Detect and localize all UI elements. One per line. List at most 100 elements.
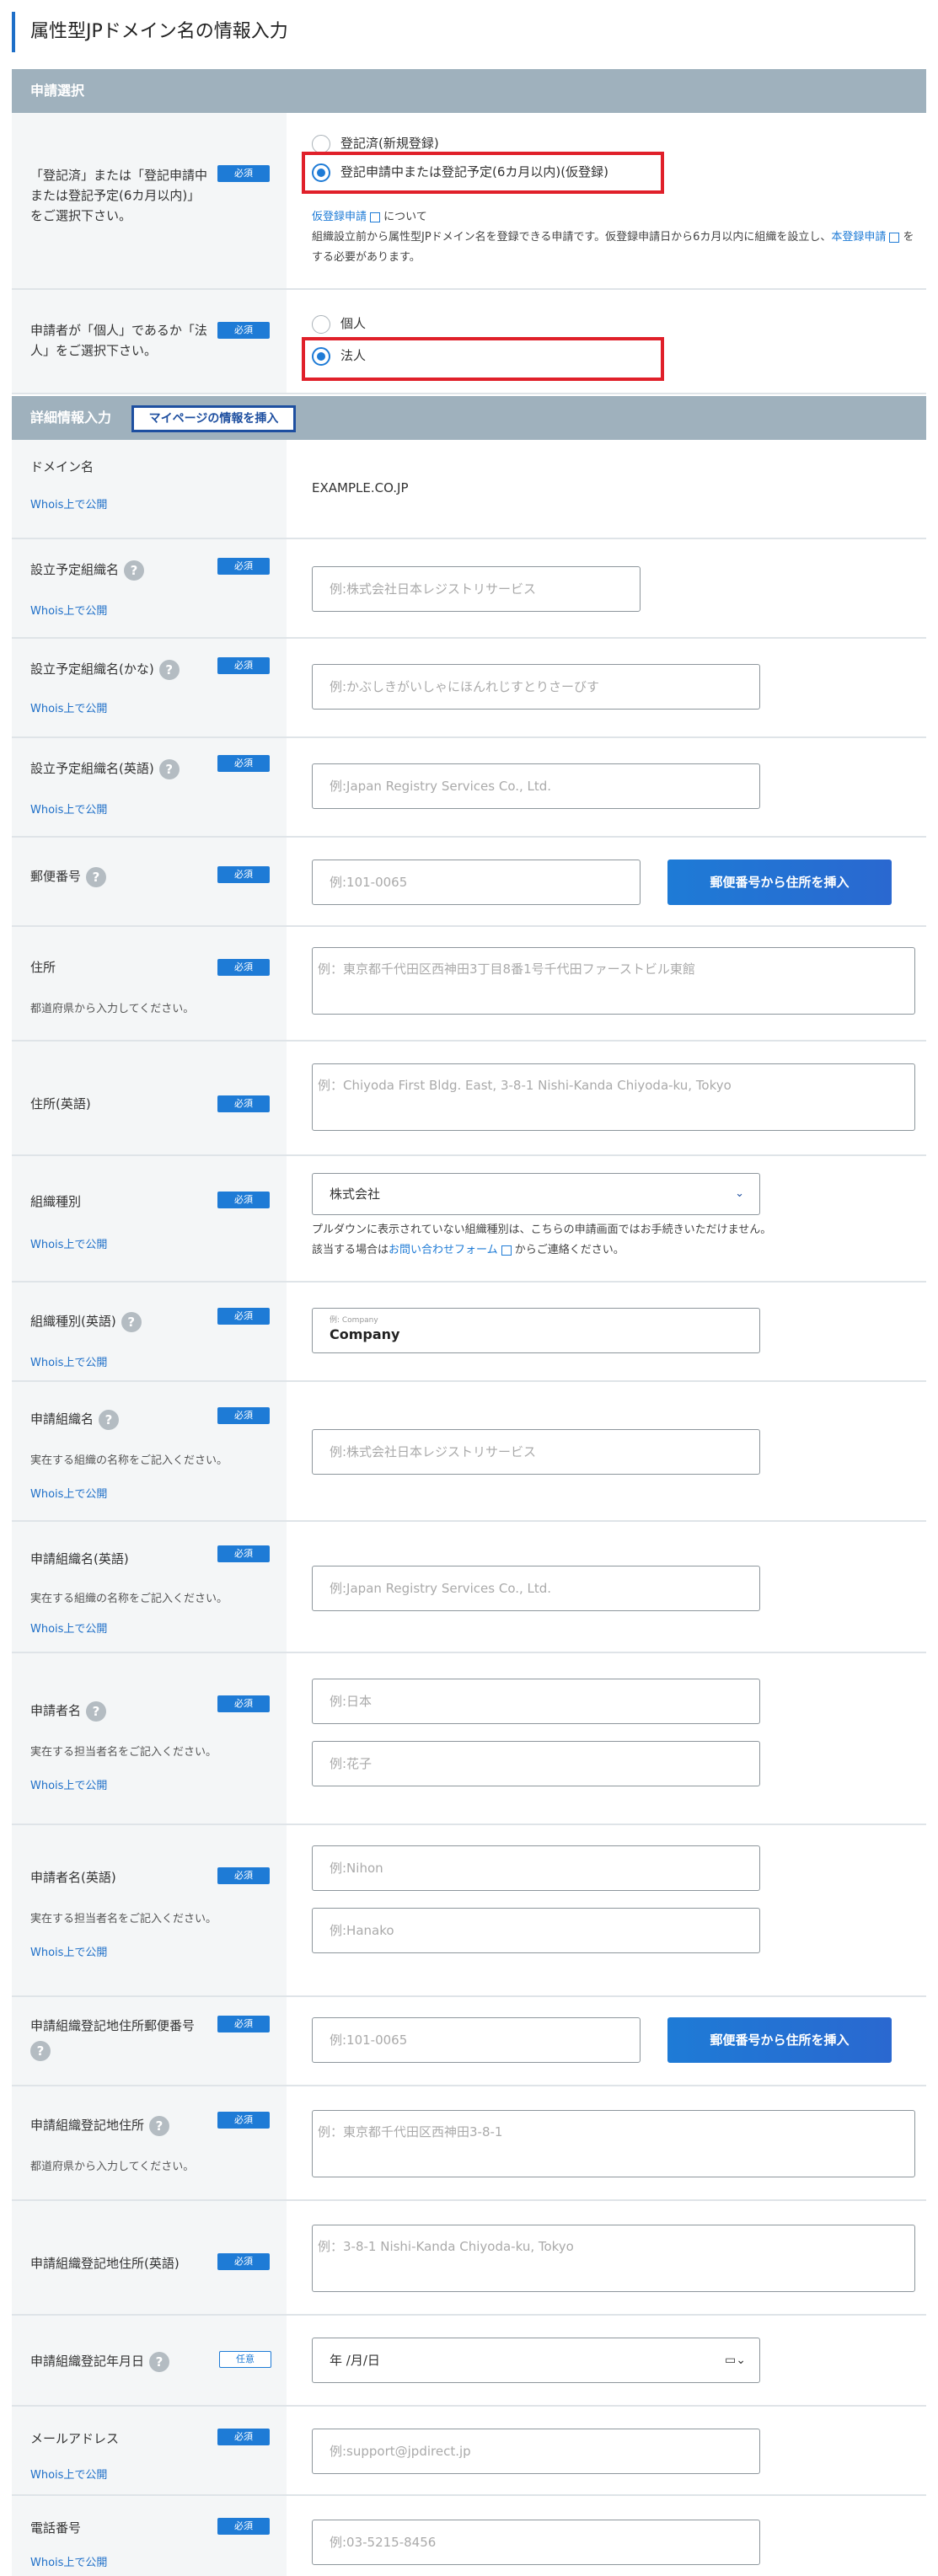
help-icon[interactable]: ? — [86, 1700, 107, 1722]
org-name-en-input[interactable]: 例:Japan Registry Services Co., Ltd. — [312, 763, 760, 809]
reg-zip-to-address-button[interactable]: 郵便番号から住所を挿入 — [667, 2017, 892, 2063]
applicant-name-label: 申請者名? — [30, 1700, 107, 1722]
section-header-apply-select: 申請選択 — [12, 69, 926, 113]
whois-note: Whois上で公開 — [30, 804, 108, 817]
whois-note: Whois上で公開 — [30, 1357, 108, 1369]
calendar-icon[interactable]: ▭⌄ — [725, 2338, 746, 2382]
address-label: 住所 — [30, 960, 56, 975]
row-reg-zip: 申請組織登記地住所郵便番号? 必須 例:101-0065 郵便番号から住所を挿入 — [12, 1997, 926, 2086]
row-org-name-en: 設立予定組織名(英語)? 必須 Whois上で公開 例:Japan Regist… — [12, 738, 926, 838]
required-badge: 必須 — [217, 1695, 270, 1712]
reg-date-input[interactable]: 年 /月/日 ▭⌄ — [312, 2338, 760, 2383]
domain-label: ドメイン名 — [30, 459, 94, 474]
help-icon[interactable]: ? — [149, 2351, 170, 2372]
applicant-org-en-input[interactable]: 例:Japan Registry Services Co., Ltd. — [312, 1566, 760, 1611]
page-title: 属性型JPドメイン名の情報入力 — [12, 12, 288, 52]
required-badge: 必須 — [217, 2518, 270, 2535]
org-name-input[interactable]: 例:株式会社日本レジストリサービス — [312, 566, 641, 612]
applicant-last-name-en-input[interactable]: 例:Nihon — [312, 1845, 760, 1891]
address-en-label: 住所(英語) — [30, 1096, 91, 1111]
provisional-link[interactable]: 仮登録申請 — [312, 211, 367, 223]
row-email: メールアドレス 必須 Whois上で公開 例:support@jpdirect.… — [12, 2407, 926, 2496]
contact-form-link[interactable]: お問い合わせフォーム — [389, 1244, 498, 1256]
required-badge: 必須 — [217, 558, 270, 575]
required-badge: 必須 — [217, 1095, 270, 1112]
radio-provisional-label[interactable]: 登記申請中または登記予定(6カ月以内)(仮登録) — [340, 163, 608, 180]
reg-date-label: 申請組織登記年月日? — [30, 2351, 170, 2372]
radio-individual[interactable] — [312, 315, 330, 334]
address-hint: 都道府県から入力してください。 — [30, 1003, 195, 1015]
required-badge: 必須 — [217, 1545, 270, 1562]
row-apply-type: 「登記済」または「登記申請中または登記予定(6カ月以内)」をご選択下さい。 必須… — [12, 113, 926, 290]
applicant-first-name-en-input[interactable]: 例:Hanako — [312, 1908, 760, 1953]
radio-registered[interactable] — [312, 135, 330, 153]
radio-provisional[interactable] — [312, 163, 330, 182]
phone-label: 電話番号 — [30, 2520, 82, 2536]
row-applicant-org: 申請組織名? 必須 実在する組織の名称をご記入ください。 Whois上で公開 例… — [12, 1382, 926, 1522]
row-org-name-kana: 設立予定組織名(かな)? 必須 Whois上で公開 例:かぶしきがいしゃにほんれ… — [12, 639, 926, 738]
radio-corporation-label[interactable]: 法人 — [340, 346, 366, 364]
address-textarea[interactable]: 例：東京都千代田区西神田3丁目8番1号千代田ファーストビル東館 — [312, 947, 915, 1015]
row-reg-address-en: 申請組織登記地住所(英語) 必須 例：3-8-1 Nishi-Kanda Chi… — [12, 2201, 926, 2316]
required-badge: 必須 — [217, 2253, 270, 2270]
reg-zip-label: 申請組織登記地住所郵便番号? — [30, 2016, 216, 2061]
help-icon[interactable]: ? — [99, 1409, 120, 1430]
address-en-textarea[interactable]: 例：Chiyoda First Bldg. East, 3-8-1 Nishi-… — [312, 1063, 915, 1131]
help-icon[interactable]: ? — [30, 2041, 51, 2061]
required-badge: 必須 — [217, 755, 270, 772]
whois-note: Whois上で公開 — [30, 499, 108, 511]
reg-zip-input[interactable]: 例:101-0065 — [312, 2017, 641, 2063]
zip-input[interactable]: 例:101-0065 — [312, 860, 641, 905]
email-input[interactable]: 例:support@jpdirect.jp — [312, 2429, 760, 2474]
help-icon[interactable]: ? — [124, 560, 145, 581]
optional-badge: 任意 — [219, 2351, 271, 2368]
required-badge: 必須 — [217, 165, 270, 182]
required-badge: 必須 — [217, 657, 270, 674]
row-phone: 電話番号 必須 Whois上で公開 例:03-5215-8456 — [12, 2496, 926, 2576]
reg-address-textarea[interactable]: 例：東京都千代田区西神田3-8-1 — [312, 2110, 915, 2177]
required-badge: 必須 — [217, 322, 270, 339]
applicant-last-name-input[interactable]: 例:日本 — [312, 1679, 760, 1724]
zip-to-address-button[interactable]: 郵便番号から住所を挿入 — [667, 860, 892, 905]
applicant-type-label: 申請者が「個人」であるか「法人」をご選択下さい。 — [30, 323, 207, 358]
applicant-name-en-hint: 実在する担当者名をご記入ください。 — [30, 1913, 217, 1925]
org-type-label: 組織種別 — [30, 1194, 82, 1209]
reg-address-en-textarea[interactable]: 例：3-8-1 Nishi-Kanda Chiyoda-ku, Tokyo — [312, 2225, 915, 2292]
external-link-icon — [889, 232, 900, 243]
whois-note: Whois上で公開 — [30, 2557, 108, 2569]
required-badge: 必須 — [217, 1192, 270, 1208]
applicant-name-en-label: 申請者名(英語) — [30, 1870, 116, 1885]
org-type-select[interactable]: 株式会社 ⌄ — [312, 1173, 760, 1215]
chevron-down-icon: ⌄ — [735, 1187, 744, 1200]
phone-input[interactable]: 例:03-5215-8456 — [312, 2520, 760, 2565]
required-badge: 必須 — [217, 2112, 270, 2129]
org-name-en-label: 設立予定組織名(英語)? — [30, 758, 180, 779]
row-address: 住所 必須 都道府県から入力してください。 例：東京都千代田区西神田3丁目8番1… — [12, 927, 926, 1042]
help-icon[interactable]: ? — [86, 866, 107, 887]
row-zip: 郵便番号? 必須 例:101-0065 郵便番号から住所を挿入 — [12, 838, 926, 927]
help-icon[interactable]: ? — [149, 2115, 170, 2136]
applicant-org-label: 申請組織名? — [30, 1409, 120, 1430]
required-badge: 必須 — [217, 2016, 270, 2032]
applicant-org-input[interactable]: 例:株式会社日本レジストリサービス — [312, 1429, 760, 1475]
final-reg-link[interactable]: 本登録申請 — [831, 231, 886, 244]
radio-registered-label[interactable]: 登記済(新規登録) — [340, 134, 439, 152]
required-badge: 必須 — [217, 1308, 270, 1325]
help-icon[interactable]: ? — [158, 659, 180, 680]
whois-note: Whois上で公開 — [30, 1239, 108, 1251]
row-applicant-name: 申請者名? 必須 実在する担当者名をご記入ください。 Whois上で公開 例:日… — [12, 1653, 926, 1825]
org-type-en-input[interactable]: 例: Company Company — [312, 1308, 760, 1353]
zip-label: 郵便番号? — [30, 866, 107, 887]
apply-type-label: 「登記済」または「登記申請中または登記予定(6カ月以内)」をご選択下さい。 — [30, 168, 208, 223]
radio-individual-label[interactable]: 個人 — [340, 314, 366, 332]
help-icon[interactable]: ? — [121, 1311, 142, 1332]
insert-mypage-button[interactable]: マイページの情報を挿入 — [131, 404, 297, 432]
org-name-kana-label: 設立予定組織名(かな)? — [30, 659, 180, 680]
help-icon[interactable]: ? — [158, 758, 180, 779]
applicant-first-name-input[interactable]: 例:花子 — [312, 1741, 760, 1786]
radio-corporation[interactable] — [312, 347, 330, 366]
org-name-kana-input[interactable]: 例:かぶしきがいしゃにほんれじすとりさーびす — [312, 664, 760, 710]
section-header-detail: 詳細情報入力 マイページの情報を挿入 — [12, 396, 926, 440]
row-org-name: 設立予定組織名? 必須 Whois上で公開 例:株式会社日本レジストリサービス — [12, 539, 926, 639]
required-badge: 必須 — [217, 1407, 270, 1424]
